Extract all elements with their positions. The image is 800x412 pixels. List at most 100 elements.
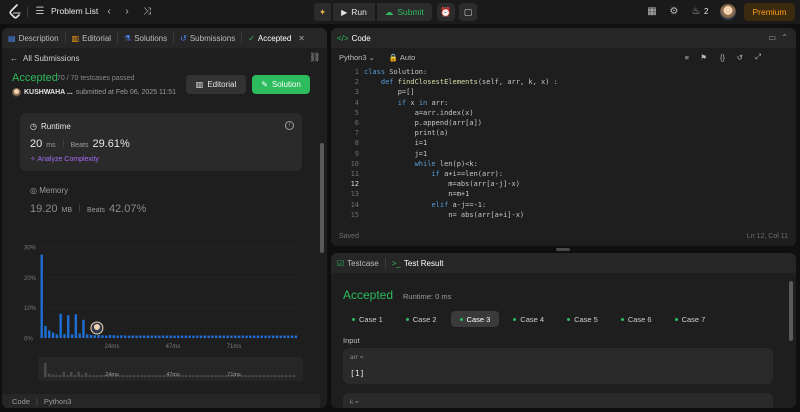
test-scrollbar[interactable] xyxy=(789,281,793,341)
histogram-bar[interactable] xyxy=(131,335,134,338)
tab-accepted[interactable]: ✓ Accepted ✕ xyxy=(242,28,311,48)
histogram-bar[interactable] xyxy=(146,335,150,338)
code-line[interactable]: elif a-j==-1: xyxy=(364,201,486,209)
code-line[interactable]: n= abs(arr[a+i]-x) xyxy=(364,211,524,219)
all-submissions-link[interactable]: All Submissions xyxy=(23,54,79,63)
histogram-bar[interactable] xyxy=(93,335,97,338)
histogram-bar[interactable] xyxy=(116,335,119,338)
link-icon[interactable]: ⛓ xyxy=(309,52,320,63)
editorial-button[interactable]: ▥ Editorial xyxy=(186,75,246,94)
histogram-bar[interactable] xyxy=(101,335,104,338)
problem-list-link[interactable]: Problem List xyxy=(51,6,98,16)
code-line[interactable]: if x in arr: xyxy=(364,99,449,107)
histogram-bar[interactable] xyxy=(245,335,248,338)
user-avatar[interactable] xyxy=(720,4,736,20)
histogram-bar[interactable] xyxy=(211,335,214,338)
histogram-bar[interactable] xyxy=(112,335,115,338)
histogram-bar[interactable] xyxy=(180,335,184,338)
runtime-distribution-chart[interactable]: 30% 20% 10% 0% 24ms 47ms 71ms 24ms 47ms 71ms xyxy=(2,235,320,385)
code-line[interactable]: n=m+1 xyxy=(364,190,469,198)
case-tab[interactable]: Case 7 xyxy=(666,311,715,327)
tab-solutions[interactable]: ⚗ Solutions xyxy=(118,28,173,48)
histogram-bar[interactable] xyxy=(78,333,81,338)
histogram-bar[interactable] xyxy=(256,335,260,338)
histogram-bar[interactable] xyxy=(241,335,244,338)
histogram-bar[interactable] xyxy=(86,334,89,338)
histogram-bar[interactable] xyxy=(283,335,286,338)
case-tab[interactable]: Case 2 xyxy=(397,311,446,327)
memory-title[interactable]: ◎ Memory xyxy=(30,186,68,195)
info-icon[interactable]: i xyxy=(285,121,294,130)
run-button[interactable]: ▶ Run xyxy=(333,3,375,21)
code-line[interactable]: if a+i==len(arr): xyxy=(364,170,503,178)
histogram-bar[interactable] xyxy=(287,335,290,338)
solution-button[interactable]: ✎ Solution xyxy=(252,75,310,94)
histogram-bar[interactable] xyxy=(97,334,100,338)
histogram-bar[interactable] xyxy=(222,335,226,338)
gear-icon[interactable]: ⚙ xyxy=(667,5,681,19)
histogram-bar[interactable] xyxy=(226,335,229,338)
tab-description[interactable]: ▤ Description xyxy=(2,28,65,48)
histogram-bar[interactable] xyxy=(150,335,153,338)
histogram-bar[interactable] xyxy=(184,335,188,338)
close-icon[interactable]: ✕ xyxy=(298,34,305,43)
submit-button[interactable]: ☁ Submit xyxy=(376,3,432,21)
chevron-up-icon[interactable]: ⌃ xyxy=(781,33,788,42)
histogram-bar[interactable] xyxy=(74,314,78,338)
histogram-bar[interactable] xyxy=(196,335,199,338)
histogram-bar[interactable] xyxy=(192,335,195,338)
submitter-name[interactable]: KUSHWAHA ... xyxy=(24,89,73,96)
histogram-bar[interactable] xyxy=(294,335,298,338)
fire-icon[interactable]: ♨ xyxy=(689,5,703,19)
histogram-bar[interactable] xyxy=(260,335,263,338)
histogram-bar[interactable] xyxy=(207,335,210,338)
histogram-bar[interactable] xyxy=(59,313,62,338)
code-line[interactable]: print(a) xyxy=(364,129,449,137)
bookmark-icon[interactable]: ⚑ xyxy=(700,53,707,62)
code-line[interactable]: i=1 xyxy=(364,139,428,147)
histogram-bar[interactable] xyxy=(139,335,142,338)
arrow-left-icon[interactable]: ← xyxy=(10,54,18,63)
histogram-bar[interactable] xyxy=(237,335,241,338)
histogram-bar[interactable] xyxy=(173,335,176,338)
notes-button[interactable]: ▢ xyxy=(459,3,477,21)
histogram-bar[interactable] xyxy=(89,334,93,338)
histogram-bar[interactable] xyxy=(40,254,43,338)
histogram-bar[interactable] xyxy=(135,335,138,338)
case-tab[interactable]: Case 5 xyxy=(558,311,607,327)
histogram-bar[interactable] xyxy=(63,334,66,338)
mode-select[interactable]: 🔒 Auto xyxy=(389,53,415,62)
tab-code[interactable]: </> Code xyxy=(331,28,377,48)
language-select[interactable]: Python3 ⌄ xyxy=(339,53,375,62)
code-editor[interactable]: 1 class Solution: 2 def findClosestElement… xyxy=(331,68,787,224)
histogram-bar[interactable] xyxy=(70,334,74,338)
histogram-bar[interactable] xyxy=(127,335,131,338)
histogram-bar[interactable] xyxy=(154,335,157,338)
histogram-bar[interactable] xyxy=(55,334,59,338)
chevron-right-icon[interactable]: › xyxy=(120,5,134,19)
leetcode-logo-icon[interactable] xyxy=(8,4,22,20)
histogram-bar[interactable] xyxy=(252,335,256,338)
histogram-bar[interactable] xyxy=(142,335,146,338)
histogram-bar[interactable] xyxy=(123,335,127,338)
histogram-bar[interactable] xyxy=(67,315,70,338)
histogram-bar[interactable] xyxy=(279,335,282,338)
case-tab[interactable]: Case 1 xyxy=(343,311,392,327)
tab-testcase[interactable]: ☑ Testcase xyxy=(331,253,385,273)
code-line[interactable]: while len(p)<k: xyxy=(364,160,478,168)
tab-editorial[interactable]: ▥ Editorial xyxy=(66,28,117,48)
code-line[interactable]: class Solution: xyxy=(364,68,427,76)
histogram-bar[interactable] xyxy=(165,335,169,338)
reset-icon[interactable]: ↺ xyxy=(737,53,743,62)
histogram-bar[interactable] xyxy=(51,332,55,338)
layout-grid-icon[interactable]: ▦ xyxy=(645,5,659,19)
left-scrollbar[interactable] xyxy=(320,143,324,253)
runtime-card[interactable]: ◷ Runtime 20 ms Beats 29.61% ✧ Analyze C… xyxy=(20,113,302,171)
histogram-bar[interactable] xyxy=(158,335,161,338)
histogram-bar[interactable] xyxy=(161,335,165,338)
histogram-bar[interactable] xyxy=(290,335,294,338)
histogram-bar[interactable] xyxy=(230,335,233,338)
histogram-bar[interactable] xyxy=(218,335,222,338)
histogram-bar[interactable] xyxy=(203,335,207,338)
histogram-bar[interactable] xyxy=(199,335,203,338)
